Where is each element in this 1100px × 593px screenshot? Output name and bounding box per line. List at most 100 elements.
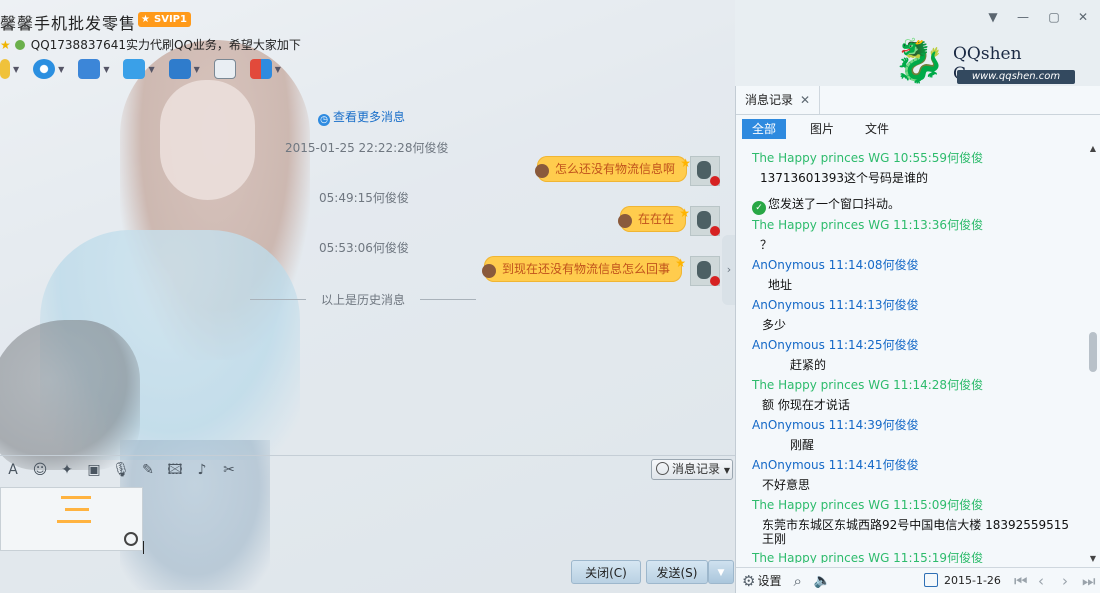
chevron-down-icon: ▼ bbox=[193, 64, 200, 74]
chevron-down-icon[interactable]: ▼ bbox=[985, 10, 1001, 24]
avatar[interactable] bbox=[690, 256, 720, 286]
music-icon[interactable]: ♪ bbox=[193, 461, 211, 479]
avatar[interactable] bbox=[690, 206, 720, 236]
last-page-icon[interactable]: ⏭ bbox=[1082, 572, 1096, 590]
message-timestamp: 05:49:15何俊俊 bbox=[319, 191, 409, 205]
avatar[interactable] bbox=[690, 156, 720, 186]
scissors-icon[interactable]: ✂ bbox=[220, 461, 238, 479]
thumbnail-line bbox=[65, 508, 89, 511]
message-bubble[interactable]: 怎么还没有物流信息啊 ★ bbox=[535, 156, 691, 182]
minimize-icon[interactable]: — bbox=[1015, 10, 1031, 24]
screenshot-thumbnail[interactable] bbox=[0, 487, 143, 551]
log-entry-header: AnOnymous 11:14:08何俊俊 bbox=[752, 258, 919, 272]
message-bubble[interactable]: 到现在还没有物流信息怎么回事 ★ bbox=[482, 256, 686, 282]
chevron-down-icon: ▼ bbox=[274, 64, 281, 74]
chevron-down-icon: ▼ bbox=[13, 64, 20, 74]
voice-call-button[interactable]: ▼ bbox=[0, 59, 19, 79]
maximize-icon[interactable]: ▢ bbox=[1046, 10, 1062, 24]
star-icon: ★ bbox=[675, 256, 687, 270]
log-entry-header: AnOnymous 11:14:25何俊俊 bbox=[752, 338, 919, 352]
tab-label: 消息记录 bbox=[745, 93, 794, 107]
voice-message-icon[interactable]: 🎙 bbox=[112, 461, 130, 479]
search-icon: ⌕ bbox=[793, 571, 802, 590]
remote-desktop-button[interactable]: ▼ bbox=[78, 59, 109, 79]
status-badge bbox=[710, 226, 720, 236]
scroll-up-icon[interactable]: ▲ bbox=[1088, 144, 1098, 154]
settings-button[interactable]: ⚙ 设置 bbox=[742, 572, 781, 590]
scroll-down-icon[interactable]: ▼ bbox=[1088, 554, 1098, 564]
filter-all[interactable]: 全部 bbox=[742, 119, 787, 139]
date-picker[interactable]: 2015-1-26 bbox=[924, 573, 1001, 587]
settings-label: 设置 bbox=[757, 574, 782, 588]
search-button[interactable]: ⌕ bbox=[793, 572, 801, 590]
send-button[interactable]: 发送(S) bbox=[646, 560, 708, 584]
brand-url: www.qqshen.com bbox=[957, 70, 1075, 84]
log-entry-body: 东莞市东城区东城西路92号中国电信大楼 18392559515 王刚 bbox=[762, 518, 1070, 546]
history-divider: 以上是历史消息 bbox=[250, 291, 476, 308]
message-record-label: 消息记录 bbox=[672, 462, 721, 476]
chevron-down-icon: ▼ bbox=[58, 64, 65, 74]
log-entry-body: 13713601393这个号码是谁的 bbox=[760, 171, 928, 185]
history-scrollbar[interactable]: ▲ ▼ bbox=[1086, 144, 1100, 564]
image-icon[interactable]: 🖾 bbox=[166, 461, 184, 479]
log-entry-header: The Happy princes WG 11:15:09何俊俊 bbox=[752, 498, 984, 512]
clock-icon: ◷ bbox=[318, 114, 330, 126]
log-entry-body: ？ bbox=[760, 238, 773, 252]
tab-message-history[interactable]: 消息记录 ✕ bbox=[736, 86, 820, 114]
chevron-down-icon: ▼ bbox=[717, 568, 725, 578]
close-icon[interactable]: ✕ bbox=[1075, 10, 1091, 24]
chevron-down-icon: ▼ bbox=[723, 466, 730, 475]
log-entry-body: 赶紧的 bbox=[790, 358, 827, 372]
chevron-right-icon: › bbox=[726, 263, 732, 276]
font-icon[interactable]: A bbox=[4, 461, 22, 479]
scrollbar-thumb[interactable] bbox=[1089, 332, 1097, 372]
thumbnail-line bbox=[61, 496, 91, 499]
message-bubble[interactable]: 在在在 ★ bbox=[618, 206, 690, 232]
title-bar: 馨馨手机批发零售 SVIP1 ▼ — ▢ ✕ bbox=[0, 0, 1100, 34]
message-timestamp: 05:53:06何俊俊 bbox=[319, 241, 409, 255]
magic-emoji-icon[interactable]: ✦ bbox=[58, 461, 76, 479]
log-entry-header: The Happy princes WG 10:55:59何俊俊 bbox=[752, 151, 984, 165]
message-text: 到现在还没有物流信息怎么回事 bbox=[502, 262, 671, 276]
collapse-panel-button[interactable]: › bbox=[722, 235, 736, 305]
log-entry-header: AnOnymous 11:14:39何俊俊 bbox=[752, 418, 919, 432]
filter-images[interactable]: 图片 bbox=[800, 119, 844, 139]
microphone-icon bbox=[0, 59, 10, 79]
chat-plus-icon bbox=[213, 59, 236, 79]
emoji-icon bbox=[535, 164, 549, 178]
zoom-icon[interactable] bbox=[124, 532, 138, 546]
send-file-button[interactable]: ▼ bbox=[123, 59, 155, 79]
gear-icon: ⚙ bbox=[742, 571, 756, 590]
doodle-icon[interactable]: ✎ bbox=[139, 461, 157, 479]
message-record-button[interactable]: 消息记录 ▼ bbox=[651, 459, 733, 480]
shake-icon[interactable]: ▣ bbox=[85, 461, 103, 479]
log-entry-body: 额 你现在才说话 bbox=[762, 398, 850, 412]
status-badge bbox=[710, 276, 720, 286]
filter-files[interactable]: 文件 bbox=[855, 119, 899, 139]
tab-divider bbox=[736, 114, 1100, 115]
date-label: 2015-1-26 bbox=[944, 574, 1001, 587]
star-icon: ★ bbox=[679, 206, 691, 220]
emoji-icon bbox=[618, 214, 632, 228]
close-icon[interactable]: ✕ bbox=[800, 86, 810, 114]
close-button[interactable]: 关闭(C) bbox=[571, 560, 641, 584]
create-group-button[interactable] bbox=[213, 59, 236, 79]
send-options-button[interactable]: ▼ bbox=[708, 560, 734, 584]
check-icon: ✓ bbox=[752, 201, 766, 215]
chevron-down-icon: ▼ bbox=[103, 64, 110, 74]
sound-button[interactable]: 🔈 bbox=[814, 573, 831, 589]
message-text: 怎么还没有物流信息啊 bbox=[555, 162, 676, 176]
screen-share-icon bbox=[168, 59, 191, 79]
log-entry-body: 地址 bbox=[768, 278, 793, 292]
view-more-messages-link[interactable]: ◷ 查看更多消息 bbox=[318, 108, 405, 126]
next-page-icon[interactable]: › bbox=[1062, 572, 1068, 590]
prev-page-icon[interactable]: ‹ bbox=[1038, 572, 1044, 590]
apps-button[interactable]: ▼ bbox=[249, 59, 281, 79]
log-entry-body: 您发送了一个窗口抖动。 bbox=[768, 197, 901, 211]
share-screen-button[interactable]: ▼ bbox=[168, 59, 200, 79]
window-title: 馨馨手机批发零售 bbox=[0, 14, 137, 33]
emoji-icon[interactable]: ☺ bbox=[31, 461, 49, 479]
video-call-button[interactable]: ▼ bbox=[33, 59, 64, 79]
first-page-icon[interactable]: ⏮ bbox=[1014, 572, 1028, 590]
log-system-entry: ✓ 您发送了一个窗口抖动。 bbox=[752, 188, 1086, 215]
